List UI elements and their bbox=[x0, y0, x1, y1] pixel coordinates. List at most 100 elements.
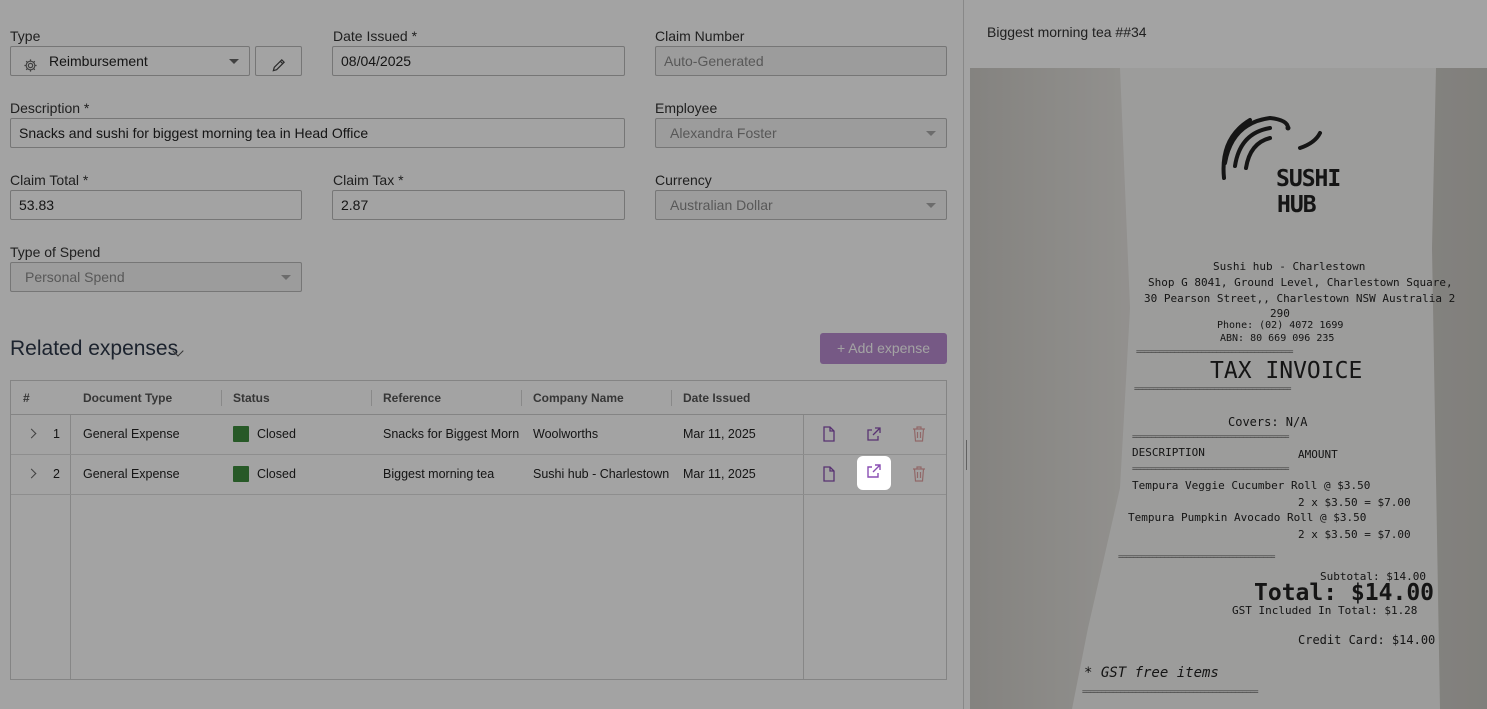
receipt-gst: GST Included In Total: $1.28 bbox=[1232, 604, 1418, 617]
chevron-down-icon bbox=[281, 275, 291, 280]
receipt-address-3: 290 bbox=[1270, 307, 1290, 320]
column-header-company-name[interactable]: Company Name bbox=[533, 381, 624, 414]
claim-tax-field[interactable]: 2.87 bbox=[332, 190, 625, 220]
column-header-date-issued[interactable]: Date Issued bbox=[683, 381, 750, 414]
preview-title: Biggest morning tea ##34 bbox=[987, 24, 1147, 40]
document-preview-panel: Biggest morning tea ##34 SUSHI HUB Sushi… bbox=[970, 0, 1487, 709]
table-row[interactable]: 2 General Expense Closed Biggest morning… bbox=[11, 454, 946, 495]
receipt-rule: ========================================… bbox=[1134, 384, 1291, 393]
type-label: Type bbox=[10, 28, 41, 44]
type-value: Reimbursement bbox=[49, 53, 148, 69]
receipt-image: SUSHI HUB Sushi hub - Charlestown Shop G… bbox=[970, 68, 1487, 709]
row-reference: Biggest morning tea bbox=[383, 467, 495, 481]
currency-value: Australian Dollar bbox=[670, 197, 773, 213]
date-issued-label: Date Issued * bbox=[333, 28, 418, 44]
claim-tax-label: Claim Tax * bbox=[333, 172, 404, 188]
description-label: Description * bbox=[10, 100, 90, 116]
claim-total-field[interactable]: 53.83 bbox=[10, 190, 302, 220]
employee-label: Employee bbox=[655, 100, 718, 116]
resize-grip[interactable] bbox=[966, 440, 967, 470]
receipt-abn: ABN: 80 669 096 235 bbox=[1220, 333, 1335, 344]
receipt-rule: ========================================… bbox=[1118, 552, 1275, 561]
claim-number-label: Claim Number bbox=[655, 28, 745, 44]
receipt-item-2: Tempura Pumpkin Avocado Roll @ $3.50 bbox=[1128, 511, 1367, 524]
row-number: 2 bbox=[53, 467, 60, 481]
status-color-icon bbox=[233, 426, 249, 442]
date-issued-field[interactable]: 08/04/2025 bbox=[332, 46, 625, 76]
chevron-down-icon bbox=[926, 203, 936, 208]
column-separator[interactable] bbox=[671, 390, 672, 406]
receipt-rule: ========================================… bbox=[1136, 347, 1293, 356]
receipt-brand-sushi: SUSHI bbox=[1276, 166, 1341, 192]
status-color-icon bbox=[233, 466, 249, 482]
description-field[interactable]: Snacks and sushi for biggest morning tea… bbox=[10, 118, 625, 148]
panel-resize-handle[interactable] bbox=[963, 0, 970, 709]
receipt-rule: ========================================… bbox=[1132, 464, 1289, 473]
chevron-down-icon bbox=[229, 59, 239, 64]
external-link-icon bbox=[866, 463, 882, 484]
row-status: Closed bbox=[257, 427, 296, 441]
column-separator[interactable] bbox=[371, 390, 372, 406]
row-date-issued: Mar 11, 2025 bbox=[683, 467, 756, 481]
row-number: 1 bbox=[53, 427, 60, 441]
column-header-status[interactable]: Status bbox=[233, 381, 270, 414]
receipt-item-2-qty: 2 x $3.50 = $7.00 bbox=[1298, 528, 1411, 541]
receipt-address-2: 30 Pearson Street,, Charlestown NSW Aust… bbox=[1144, 292, 1456, 305]
table-header: # Document Type Status Reference Company… bbox=[11, 381, 946, 415]
receipt-total: Total: $14.00 bbox=[1254, 580, 1435, 606]
receipt-rule: ========================================… bbox=[1132, 432, 1289, 441]
row-document-type: General Expense bbox=[83, 427, 180, 441]
claim-number-field[interactable]: Auto-Generated bbox=[655, 46, 947, 76]
row-document-type: General Expense bbox=[83, 467, 180, 481]
row-status: Closed bbox=[257, 467, 296, 481]
receipt-credit: Credit Card: $14.00 bbox=[1298, 633, 1436, 647]
column-header-number[interactable]: # bbox=[23, 381, 30, 414]
chevron-right-icon[interactable] bbox=[26, 468, 37, 479]
column-header-document-type[interactable]: Document Type bbox=[83, 381, 172, 414]
currency-label: Currency bbox=[655, 172, 712, 188]
receipt-address-1: Shop G 8041, Ground Level, Charlestown S… bbox=[1148, 276, 1453, 289]
receipt-heading: TAX INVOICE bbox=[1210, 358, 1363, 384]
add-expense-button[interactable]: + Add expense bbox=[820, 333, 947, 364]
currency-select[interactable]: Australian Dollar bbox=[655, 190, 947, 220]
type-select[interactable]: Reimbursement bbox=[10, 46, 250, 76]
receipt-col-amount: AMOUNT bbox=[1298, 448, 1338, 461]
external-link-button[interactable] bbox=[857, 456, 891, 490]
receipt-item-1: Tempura Veggie Cucumber Roll @ $3.50 bbox=[1132, 479, 1371, 492]
row-reference: Snacks for Biggest Morn bbox=[383, 427, 520, 441]
row-date-issued: Mar 11, 2025 bbox=[683, 427, 756, 441]
column-header-reference[interactable]: Reference bbox=[383, 381, 441, 414]
external-link-icon[interactable] bbox=[859, 419, 889, 449]
row-company-name: Woolworths bbox=[533, 427, 599, 441]
receipt-brand-hub: HUB bbox=[1277, 192, 1317, 218]
receipt-item-1-qty: 2 x $3.50 = $7.00 bbox=[1298, 496, 1411, 509]
receipt-rule: ========================================… bbox=[1082, 687, 1259, 696]
edit-type-button[interactable] bbox=[255, 46, 302, 76]
employee-select[interactable]: Alexandra Foster bbox=[655, 118, 947, 148]
preview-header: Biggest morning tea ##34 bbox=[970, 0, 1487, 69]
type-of-spend-select[interactable]: Personal Spend bbox=[10, 262, 302, 292]
chevron-right-icon[interactable] bbox=[26, 428, 37, 439]
claim-form-panel: Type Reimbursement Date Issued * 08/04/2… bbox=[0, 0, 963, 709]
table-row[interactable]: 1 General Expense Closed Snacks for Bigg… bbox=[11, 414, 946, 455]
column-separator[interactable] bbox=[221, 390, 222, 406]
receipt-store: Sushi hub - Charlestown bbox=[1213, 260, 1366, 273]
related-expenses-title: Related expenses bbox=[10, 337, 179, 360]
related-expenses-table: # Document Type Status Reference Company… bbox=[10, 380, 947, 680]
trash-icon[interactable] bbox=[904, 419, 934, 449]
receipt-covers: Covers: N/A bbox=[1228, 415, 1308, 429]
column-separator[interactable] bbox=[521, 390, 522, 406]
document-icon[interactable] bbox=[814, 419, 844, 449]
pencil-icon bbox=[271, 54, 286, 82]
chevron-down-icon bbox=[926, 131, 936, 136]
receipt-phone: Phone: (02) 4072 1699 bbox=[1217, 320, 1344, 331]
trash-icon[interactable] bbox=[904, 459, 934, 489]
receipt-col-description: DESCRIPTION bbox=[1132, 446, 1205, 459]
claim-total-label: Claim Total * bbox=[10, 172, 89, 188]
type-of-spend-value: Personal Spend bbox=[25, 269, 125, 285]
type-of-spend-label: Type of Spend bbox=[10, 244, 101, 260]
document-icon[interactable] bbox=[814, 459, 844, 489]
row-company-name: Sushi hub - Charlestown bbox=[533, 467, 670, 481]
gear-icon bbox=[23, 54, 38, 82]
receipt-gst-free: * GST free items bbox=[1084, 665, 1219, 681]
